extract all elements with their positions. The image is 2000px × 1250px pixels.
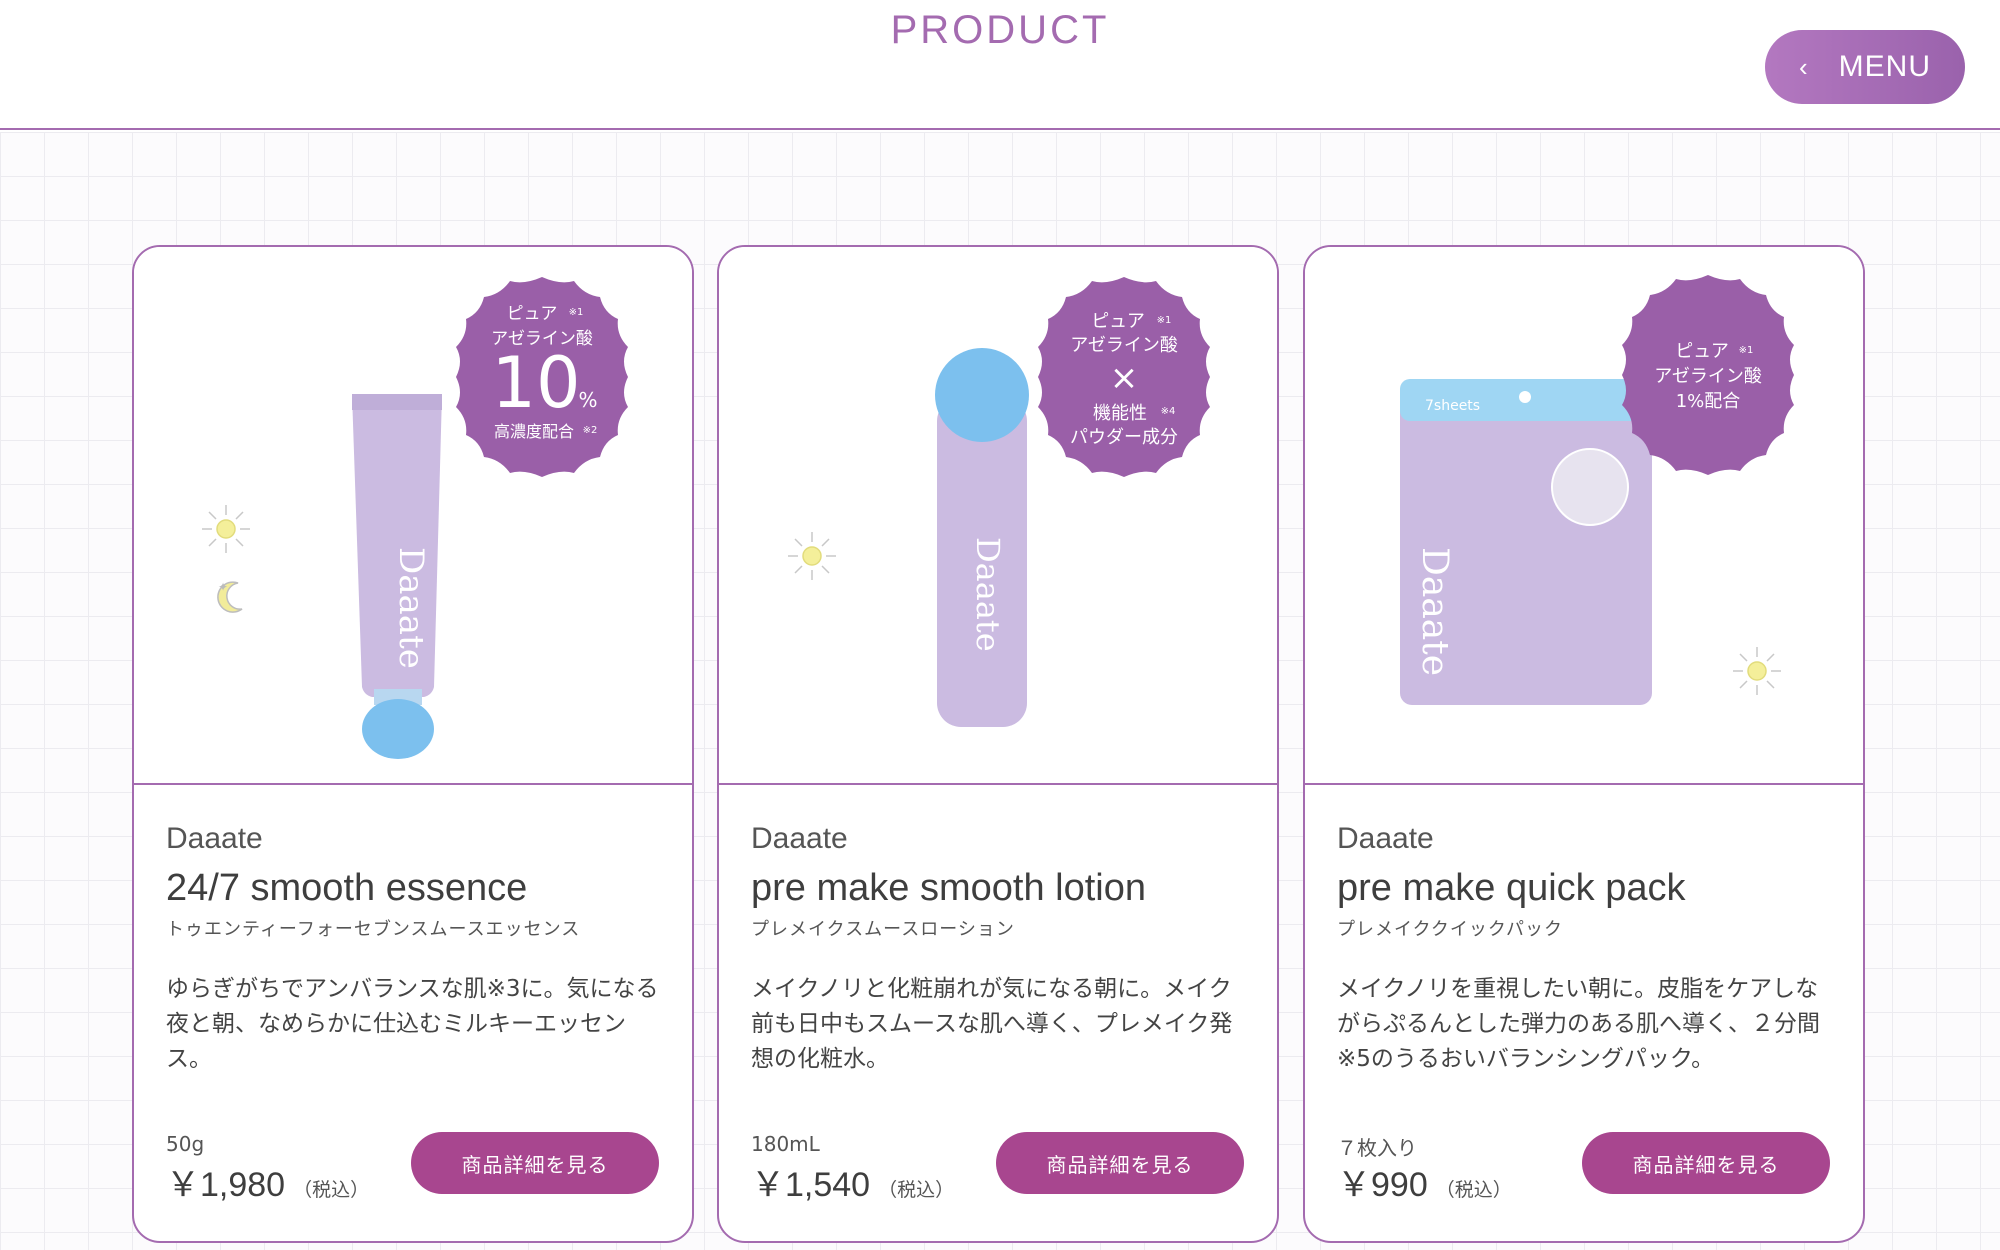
svg-text:※1: ※1 xyxy=(1157,315,1172,326)
product-name-kana: トゥエンティーフォーセブンスムースエッセンス xyxy=(166,919,581,940)
page-title: PRODUCT xyxy=(890,8,1110,52)
svg-text:×: × xyxy=(1110,358,1139,398)
svg-text:アゼライン酸: アゼライン酸 xyxy=(1654,366,1762,387)
product-image-area[interactable]: 7sheets Daaate ピュア ※1 アゼライン酸 1%配合 xyxy=(1305,247,1863,785)
tax-note: （税込） xyxy=(878,1180,955,1201)
svg-text:Daaate: Daaate xyxy=(1414,547,1455,676)
product-name: pre make quick pack xyxy=(1337,867,1686,909)
svg-text:✦: ✦ xyxy=(218,580,228,594)
menu-button[interactable]: ‹ MENU xyxy=(1765,30,1965,104)
menu-label: MENU xyxy=(1838,50,1931,83)
svg-text:※4: ※4 xyxy=(1161,406,1176,417)
product-brand: Daaate xyxy=(1337,822,1434,855)
product-name-kana: プレメイククイックパック xyxy=(1337,919,1564,940)
svg-text:Daaate: Daaate xyxy=(969,537,1007,652)
header: PRODUCT ‹ MENU xyxy=(0,0,2000,130)
svg-text:高濃度配合: 高濃度配合 xyxy=(494,422,574,441)
product-price-row: ￥990 （税込） xyxy=(1337,1157,1512,1206)
product-card-pack: 7sheets Daaate ピュア ※1 アゼライン酸 1%配合 Daaate… xyxy=(1303,245,1865,1243)
svg-text:10: 10 xyxy=(491,342,580,424)
sun-icon xyxy=(788,532,836,580)
view-details-button[interactable]: 商品詳細を見る xyxy=(1582,1132,1830,1194)
ingredient-badge: ピュア ※1 アゼライン酸 × 機能性 ※4 パウダー成分 xyxy=(1038,277,1210,477)
view-details-button[interactable]: 商品詳細を見る xyxy=(996,1132,1244,1194)
product-name: 24/7 smooth essence xyxy=(166,867,528,909)
tax-note: （税込） xyxy=(293,1180,370,1201)
svg-text:ピュア: ピュア xyxy=(1675,341,1729,362)
product-price-row: ￥1,980 （税込） xyxy=(166,1157,369,1206)
svg-text:※2: ※2 xyxy=(583,425,598,436)
sun-icon xyxy=(1733,647,1781,695)
product-price-row: ￥1,540 （税込） xyxy=(751,1157,954,1206)
svg-text:アゼライン酸: アゼライン酸 xyxy=(1070,335,1178,356)
svg-text:パウダー成分: パウダー成分 xyxy=(1070,427,1178,448)
ingredient-badge: ピュア ※1 アゼライン酸 1%配合 xyxy=(1622,275,1794,475)
chevron-left-icon: ‹ xyxy=(1798,51,1809,82)
product-size: 180mL xyxy=(751,1132,820,1156)
svg-text:※1: ※1 xyxy=(569,307,584,318)
product-card-lotion: Daaate ピュア ※1 アゼライン酸 × 機能性 ※4 パウダー成分 Daa… xyxy=(717,245,1279,1243)
product-price: ￥1,980 xyxy=(166,1166,286,1204)
tax-note: （税込） xyxy=(1435,1180,1512,1201)
svg-text:※1: ※1 xyxy=(1739,345,1754,356)
product-price: ￥1,540 xyxy=(751,1166,871,1204)
essence-tube-image: Daaate xyxy=(352,394,442,759)
face-pack-image: 7sheets Daaate xyxy=(1400,379,1652,705)
svg-text:ピュア: ピュア xyxy=(1091,311,1145,332)
product-name: pre make smooth lotion xyxy=(751,867,1146,909)
svg-text:%: % xyxy=(578,388,597,412)
svg-text:ピュア: ピュア xyxy=(507,304,558,324)
product-name-kana: プレメイクスムースローション xyxy=(751,919,1015,940)
lotion-bottle-image: Daaate xyxy=(935,348,1029,727)
product-description: メイクノリを重視したい朝に。皮脂をケアしながらぷるんとした弾力のある肌へ導く、２… xyxy=(1337,976,1820,1072)
product-image-area[interactable]: Daaate ピュア ※1 アゼライン酸 × 機能性 ※4 パウダー成分 xyxy=(719,247,1277,785)
product-price: ￥990 xyxy=(1337,1166,1428,1204)
product-description: ゆらぎがちでアンバランスな肌※3に。気になる夜と朝、なめらかに仕込むミルキーエッ… xyxy=(166,976,659,1072)
product-card-essence: ✦ Daaate ピュア ※1 アゼライン酸 10 % 高濃度配合 ※2 Daa… xyxy=(132,245,694,1243)
product-image-area[interactable]: ✦ Daaate ピュア ※1 アゼライン酸 10 % 高濃度配合 ※2 xyxy=(134,247,692,785)
sun-icon xyxy=(202,505,250,553)
view-details-button[interactable]: 商品詳細を見る xyxy=(411,1132,659,1194)
product-brand: Daaate xyxy=(751,822,848,855)
moon-icon: ✦ xyxy=(217,580,243,613)
product-description: メイクノリと化粧崩れが気になる朝に。メイク前も日中もスムースな肌へ導く、プレメイ… xyxy=(751,976,1233,1072)
svg-text:1%配合: 1%配合 xyxy=(1676,391,1741,412)
product-size: 50g xyxy=(166,1132,205,1156)
ingredient-badge: ピュア ※1 アゼライン酸 10 % 高濃度配合 ※2 xyxy=(456,277,628,477)
svg-text:Daaate: Daaate xyxy=(391,547,431,669)
product-brand: Daaate xyxy=(166,822,263,855)
svg-text:機能性: 機能性 xyxy=(1093,403,1147,424)
svg-text:7sheets: 7sheets xyxy=(1425,398,1480,414)
